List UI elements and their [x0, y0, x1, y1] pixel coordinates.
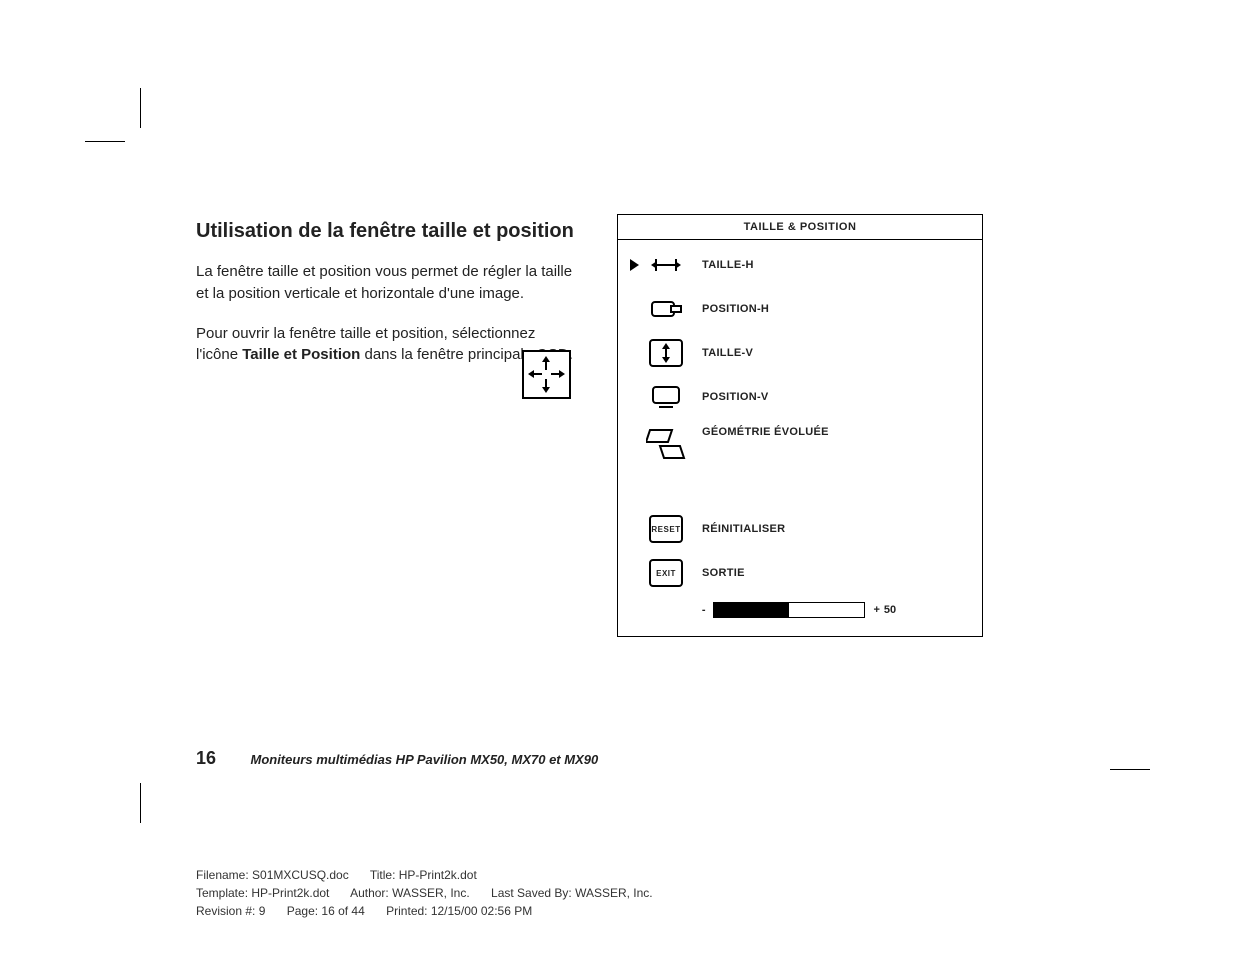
osd-item-label: POSITION-V [688, 391, 769, 403]
paragraph-2-bold: Taille et Position [242, 346, 360, 363]
document-meta: Filename: S01MXCUSQ.doc Title: HP-Print2… [196, 866, 671, 920]
crop-mark [140, 88, 141, 128]
section-heading: Utilisation de la fenêtre taille et posi… [196, 218, 576, 245]
slider-minus: - [702, 604, 706, 616]
osd-slider[interactable]: - + 50 [630, 602, 968, 618]
vpos-icon [649, 384, 683, 410]
meta-saved: Last Saved By: WASSER, Inc. [491, 886, 653, 900]
paragraph-1: La fenêtre taille et position vous perme… [196, 261, 576, 305]
size-position-icon [522, 350, 571, 399]
slider-plus: + [873, 604, 879, 616]
meta-author: Author: WASSER, Inc. [350, 886, 470, 900]
osd-item-position-v[interactable]: POSITION-V [630, 382, 968, 412]
page-number: 16 [196, 748, 216, 768]
osd-panel: TAILLE & POSITION TAILLE-H [617, 214, 983, 637]
osd-item-exit[interactable]: EXIT SORTIE [630, 558, 968, 588]
meta-page: Page: 16 of 44 [287, 904, 365, 918]
osd-item-taille-h[interactable]: TAILLE-H [630, 250, 968, 280]
hpos-icon [649, 297, 683, 321]
osd-title: TAILLE & POSITION [618, 215, 982, 240]
paragraph-2: Pour ouvrir la fenêtre taille et positio… [196, 323, 576, 367]
meta-printed: Printed: 12/15/00 02:56 PM [386, 904, 532, 918]
meta-template: Template: HP-Print2k.dot [196, 886, 329, 900]
slider-track[interactable] [713, 602, 865, 618]
exit-button-icon: EXIT [649, 559, 683, 587]
article-column: Utilisation de la fenêtre taille et posi… [196, 218, 576, 384]
crop-mark [140, 783, 141, 823]
meta-filename: Filename: S01MXCUSQ.doc [196, 868, 349, 882]
osd-item-position-h[interactable]: POSITION-H [630, 294, 968, 324]
osd-body: TAILLE-H POSITION-H [618, 240, 982, 636]
osd-item-label: TAILLE-H [688, 259, 754, 271]
reset-button-icon: RESET [649, 515, 683, 543]
osd-item-label: TAILLE-V [688, 347, 753, 359]
osd-item-label: SORTIE [688, 567, 745, 579]
meta-title: Title: HP-Print2k.dot [370, 868, 477, 882]
cursor-icon [630, 259, 639, 271]
crop-mark [1110, 769, 1150, 770]
hsize-icon [649, 253, 683, 277]
osd-item-taille-v[interactable]: TAILLE-V [630, 338, 968, 368]
osd-item-label: POSITION-H [688, 303, 769, 315]
meta-revision: Revision #: 9 [196, 904, 265, 918]
page-footer: 16 Moniteurs multimédias HP Pavilion MX5… [196, 748, 986, 769]
vsize-icon [649, 339, 683, 367]
osd-item-geometrie[interactable]: GÉOMÉTRIE ÉVOLUÉE [630, 426, 968, 460]
crop-mark [85, 141, 125, 142]
osd-item-label: RÉINITIALISER [688, 523, 785, 535]
footer-title: Moniteurs multimédias HP Pavilion MX50, … [250, 752, 598, 767]
osd-item-reset[interactable]: RESET RÉINITIALISER [630, 514, 968, 544]
osd-item-label: GÉOMÉTRIE ÉVOLUÉE [688, 426, 829, 438]
slider-value: 50 [884, 604, 896, 616]
geometry-icon [646, 426, 686, 460]
slider-fill [714, 603, 789, 617]
